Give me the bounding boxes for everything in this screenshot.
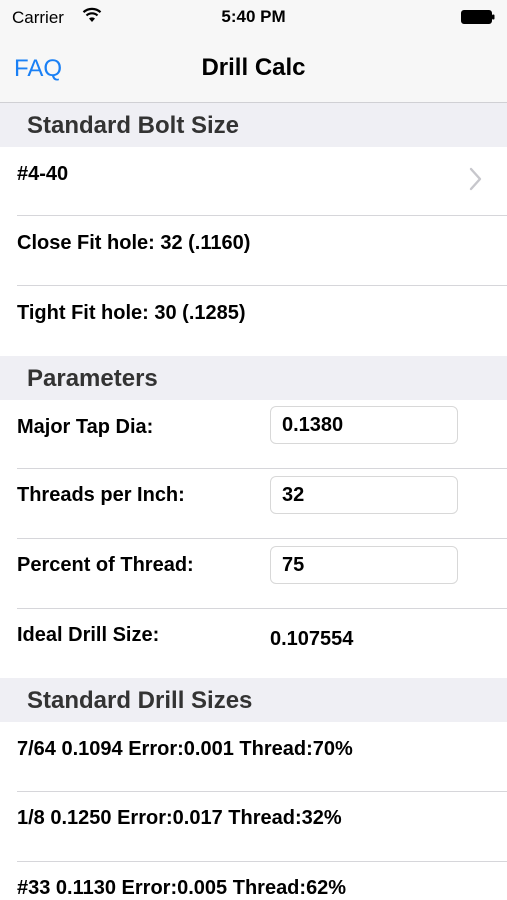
major-tap-input[interactable]: 0.1380 [270,406,458,444]
tight-fit-row: Tight Fit hole: 30 (.1285) [0,286,507,356]
ideal-drill-label: Ideal Drill Size: [17,624,160,646]
ideal-drill-row: Ideal Drill Size: 0.107554 [0,609,507,678]
drill-size-label: 1/8 0.1250 Error:0.017 Thread:32% [17,807,342,829]
bolt-size-row[interactable]: #4-40 [0,147,507,216]
major-tap-label: Major Tap Dia: [17,416,154,438]
battery-icon [461,10,495,24]
status-bar: Carrier 5:40 PM [0,0,507,36]
percent-thread-input[interactable]: 75 [270,546,458,584]
page-title: Drill Calc [201,54,306,81]
drill-size-row[interactable]: #33 0.1130 Error:0.005 Thread:62% [0,862,507,900]
close-fit-label: Close Fit hole: 32 (.1160) [17,232,251,254]
ideal-drill-value: 0.107554 [270,628,354,650]
bolt-size-value: #4-40 [17,163,69,185]
section-header-parameters: Parameters [0,356,507,400]
section-header-standard-bolt: Standard Bolt Size [0,103,507,147]
close-fit-row: Close Fit hole: 32 (.1160) [0,216,507,286]
tight-fit-label: Tight Fit hole: 30 (.1285) [17,302,246,324]
section-header-drill-sizes: Standard Drill Sizes [0,678,507,722]
drill-size-label: #33 0.1130 Error:0.005 Thread:62% [17,877,347,899]
chevron-right-icon [469,167,482,191]
navigation-bar: FAQ Drill Calc [0,36,507,103]
percent-thread-label: Percent of Thread: [17,554,194,576]
drill-size-row[interactable]: 7/64 0.1094 Error:0.001 Thread:70% [0,722,507,791]
status-time: 5:40 PM [221,7,286,26]
threads-per-inch-input[interactable]: 32 [270,476,458,514]
drill-size-row[interactable]: 1/8 0.1250 Error:0.017 Thread:32% [0,792,507,861]
percent-thread-row: Percent of Thread: 75 [0,539,507,608]
drill-size-label: 7/64 0.1094 Error:0.001 Thread:70% [17,738,353,760]
major-tap-row: Major Tap Dia: 0.1380 [0,400,507,469]
threads-per-inch-row: Threads per Inch: 32 [0,469,507,538]
threads-per-inch-label: Threads per Inch: [17,484,185,506]
